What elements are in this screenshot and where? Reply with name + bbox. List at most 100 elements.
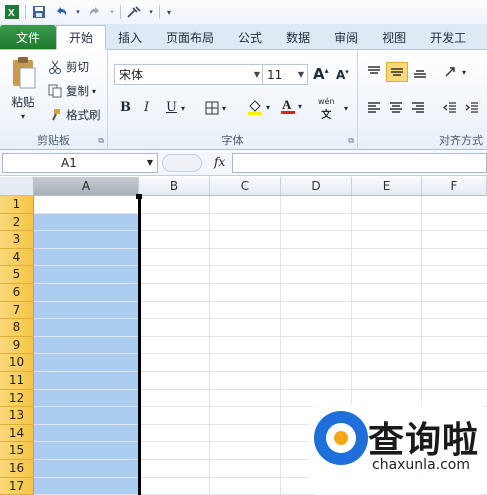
- tab-review[interactable]: 审阅: [322, 25, 370, 49]
- cut-button[interactable]: 剪切: [48, 58, 89, 76]
- redo-dropdown-icon[interactable]: ▾: [108, 3, 116, 21]
- format-painter-button[interactable]: 格式刷: [48, 106, 101, 124]
- svg-text:A: A: [282, 97, 292, 112]
- chevron-down-icon: ▼: [253, 70, 260, 79]
- redo-icon[interactable]: [86, 3, 104, 21]
- row-header[interactable]: 7: [0, 301, 34, 320]
- italic-button[interactable]: I: [144, 100, 149, 115]
- align-top-button[interactable]: [366, 64, 382, 80]
- tab-data[interactable]: 数据: [274, 25, 322, 49]
- tab-view[interactable]: 视图: [370, 25, 418, 49]
- clipboard-launcher-icon[interactable]: ⧉: [98, 136, 104, 146]
- row-gridline: [34, 371, 487, 372]
- bold-button[interactable]: B: [120, 100, 131, 115]
- phonetic-button[interactable]: wén 文: [318, 97, 335, 121]
- font-size-combo[interactable]: 11 ▼: [262, 64, 308, 85]
- toolbar-separator: [25, 5, 26, 19]
- row-header[interactable]: 4: [0, 248, 34, 267]
- column-header-e[interactable]: E: [352, 177, 422, 196]
- insert-function-button[interactable]: fx: [214, 155, 225, 169]
- row-header[interactable]: 2: [0, 213, 34, 232]
- tools-icon[interactable]: [125, 3, 143, 21]
- column-header-d[interactable]: D: [281, 177, 352, 196]
- phonetic-label: wén: [318, 97, 335, 106]
- row-header[interactable]: 3: [0, 231, 34, 249]
- row-header[interactable]: 14: [0, 424, 34, 443]
- select-all-button[interactable]: [0, 177, 34, 196]
- row-header[interactable]: 6: [0, 284, 34, 302]
- decrease-indent-icon: [442, 102, 456, 113]
- font-launcher-icon[interactable]: ⧉: [348, 136, 354, 146]
- tab-developer[interactable]: 开发工: [418, 25, 478, 49]
- align-center-button[interactable]: [388, 100, 404, 116]
- row-header[interactable]: 12: [0, 389, 34, 408]
- tab-file[interactable]: 文件: [0, 25, 56, 49]
- qat-dropdown-icon[interactable]: ▾: [147, 3, 155, 21]
- watermark-url: chaxunla.com: [372, 457, 470, 473]
- quick-access-toolbar: X ▾ ▾ ▾ ▾: [0, 0, 487, 24]
- formula-bar: A1 ▼ fx: [0, 151, 487, 176]
- row-header[interactable]: 16: [0, 460, 34, 478]
- fill-color-button[interactable]: ▾: [246, 98, 270, 116]
- row-gridline: [34, 283, 487, 284]
- row-header[interactable]: 10: [0, 354, 34, 372]
- formula-bar-resize-handle[interactable]: [162, 154, 202, 172]
- row-header[interactable]: 8: [0, 319, 34, 337]
- copy-dropdown-icon: ▾: [92, 86, 97, 96]
- tab-page-layout[interactable]: 页面布局: [154, 25, 226, 49]
- undo-icon[interactable]: [52, 3, 70, 21]
- excel-icon[interactable]: X: [3, 3, 21, 21]
- phonetic-dropdown-icon[interactable]: ▾: [344, 104, 348, 113]
- decrease-indent-button[interactable]: [442, 100, 458, 116]
- font-color-button[interactable]: A ▾: [280, 97, 302, 115]
- row-header[interactable]: 5: [0, 266, 34, 284]
- watermark: 查询啦 chaxunla.com: [308, 405, 487, 495]
- column-gridline: [209, 196, 210, 495]
- tab-home[interactable]: 开始: [56, 25, 107, 50]
- tab-insert[interactable]: 插入: [106, 25, 154, 49]
- name-box[interactable]: A1 ▼: [2, 153, 158, 173]
- paste-label: 粘贴: [11, 95, 35, 109]
- chevron-down-icon: ▼: [297, 70, 304, 79]
- shrink-font-button[interactable]: A ▾: [336, 68, 349, 82]
- row-header[interactable]: 15: [0, 442, 34, 460]
- fill-handle[interactable]: [136, 194, 142, 199]
- active-cell[interactable]: [35, 196, 139, 213]
- align-middle-button[interactable]: [386, 62, 408, 82]
- customize-qat-icon[interactable]: ▾: [164, 3, 174, 21]
- paste-button[interactable]: 粘贴 ▾: [6, 56, 40, 126]
- grow-font-button[interactable]: A ▴: [313, 65, 329, 83]
- save-icon[interactable]: [30, 3, 48, 21]
- copy-label: 复制: [66, 84, 89, 98]
- row-header[interactable]: 1: [0, 196, 34, 214]
- increase-indent-button[interactable]: [464, 100, 480, 116]
- align-bottom-button[interactable]: [412, 64, 428, 80]
- underline-button[interactable]: U: [166, 100, 177, 115]
- paste-dropdown-icon: ▾: [20, 112, 25, 121]
- shrink-font-label: A: [336, 68, 346, 82]
- align-bottom-icon: [414, 70, 426, 78]
- wen-icon: 文: [321, 110, 332, 121]
- row-header[interactable]: 9: [0, 336, 34, 355]
- column-header-c[interactable]: C: [210, 177, 281, 196]
- row-header[interactable]: 11: [0, 372, 34, 390]
- borders-button[interactable]: ▾: [204, 100, 226, 116]
- font-name-combo[interactable]: 宋体 ▼: [114, 64, 264, 85]
- align-right-button[interactable]: [410, 100, 426, 116]
- column-header-b[interactable]: B: [139, 177, 210, 196]
- undo-dropdown-icon[interactable]: ▾: [74, 3, 82, 21]
- underline-dropdown-icon[interactable]: ▾: [181, 104, 185, 113]
- orientation-button[interactable]: ▾: [444, 64, 466, 80]
- align-left-button[interactable]: [366, 100, 382, 116]
- formula-input[interactable]: [232, 153, 487, 173]
- row-gridline: [34, 318, 487, 320]
- copy-button[interactable]: 复制 ▾: [48, 82, 96, 100]
- toolbar-separator: [159, 5, 160, 19]
- tab-formulas[interactable]: 公式: [226, 25, 274, 49]
- row-header[interactable]: 17: [0, 477, 34, 495]
- column-header-a[interactable]: A: [34, 177, 139, 196]
- orientation-dropdown-icon: ▾: [462, 67, 467, 77]
- row-header[interactable]: 13: [0, 407, 34, 425]
- clipboard-group: 粘贴 ▾ 剪切 复制 ▾ 格式刷 剪贴板 ⧉: [0, 50, 108, 150]
- column-header-f[interactable]: F: [422, 177, 487, 196]
